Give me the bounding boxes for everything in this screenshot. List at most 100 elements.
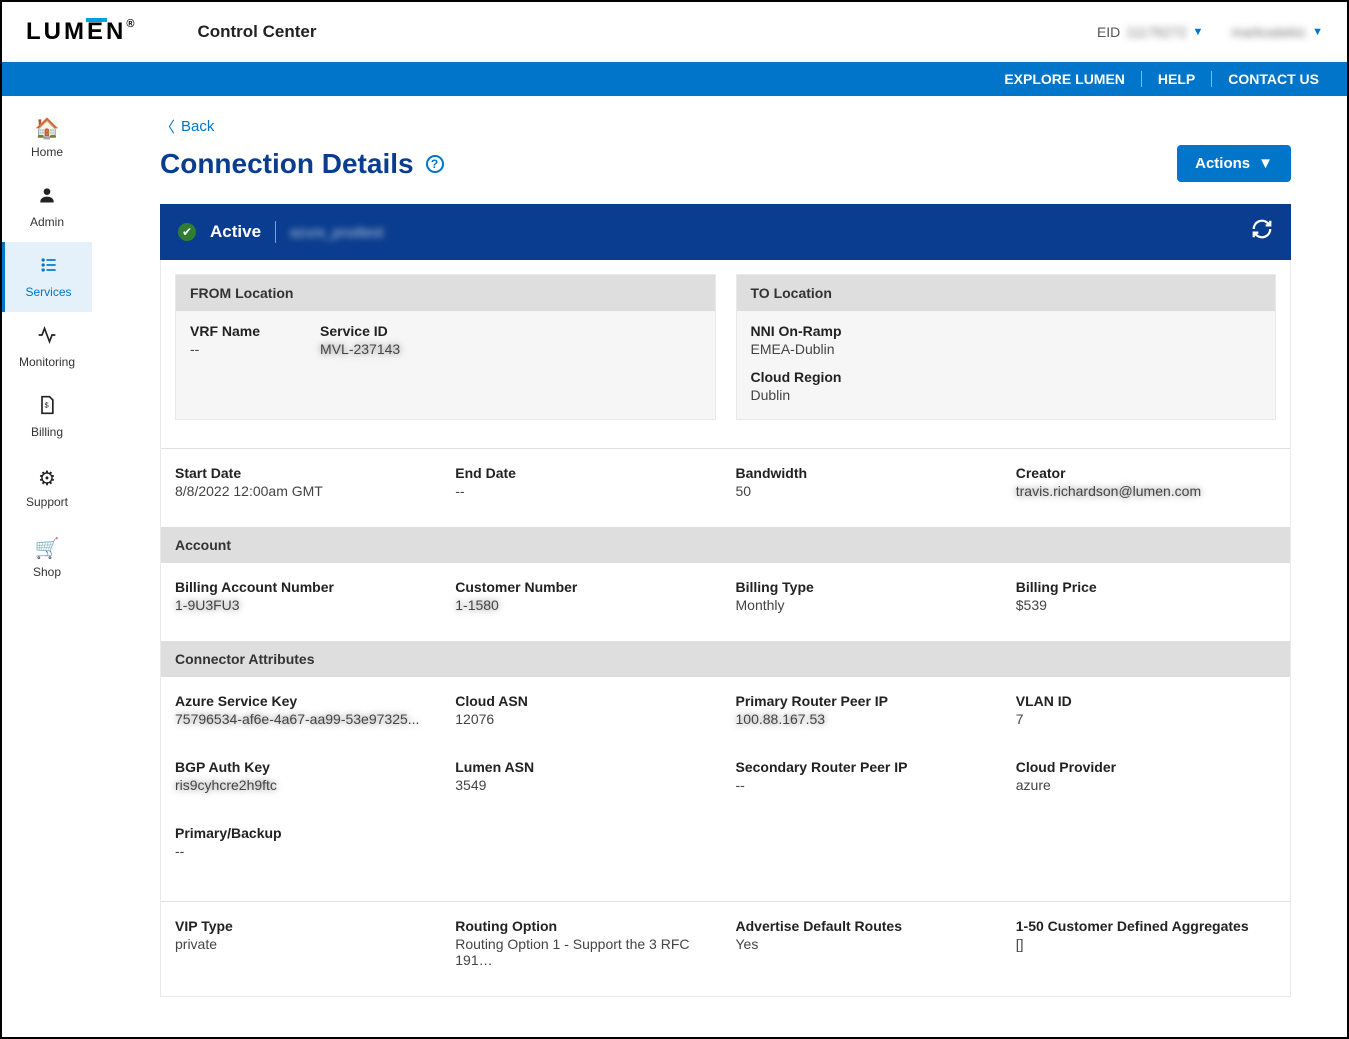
- refresh-icon[interactable]: [1251, 218, 1273, 246]
- from-body: VRF Name -- Service ID MVL-237143: [176, 311, 715, 385]
- label: Secondary Router Peer IP: [736, 759, 996, 775]
- from-location-card: FROM Location VRF Name -- Service ID MVL…: [175, 274, 716, 420]
- body-wrap: 🏠 Home Admin Services Monitoring $ Bil: [2, 96, 1347, 1037]
- explore-lumen-link[interactable]: EXPLORE LUMEN: [988, 71, 1142, 87]
- value: 12076: [455, 711, 715, 727]
- value: --: [175, 843, 435, 859]
- chevron-down-icon: ▼: [1258, 155, 1273, 172]
- cart-icon: 🛒: [35, 536, 60, 561]
- sidebar-item-support[interactable]: ⚙ Support: [2, 452, 92, 522]
- logo-part3: N: [106, 18, 126, 45]
- label: Lumen ASN: [455, 759, 715, 775]
- back-link[interactable]: 〈 Back: [160, 116, 214, 137]
- value: 1-9U3FU3: [175, 597, 435, 613]
- sidebar-item-label: Monitoring: [19, 355, 75, 369]
- sidebar-item-label: Home: [31, 145, 63, 159]
- list-icon: [39, 255, 59, 281]
- sidebar-item-admin[interactable]: Admin: [2, 172, 92, 242]
- cloud-region: Cloud Region Dublin: [751, 369, 1262, 403]
- divider: [275, 221, 276, 243]
- details-card: FROM Location VRF Name -- Service ID MVL…: [160, 260, 1291, 997]
- nni-label: NNI On-Ramp: [751, 323, 1262, 339]
- to-location-card: TO Location NNI On-Ramp EMEA-Dublin Clou…: [736, 274, 1277, 420]
- label: Azure Service Key: [175, 693, 435, 709]
- sidebar-item-label: Billing: [31, 425, 63, 439]
- end-date: End Date --: [455, 465, 715, 499]
- page-title-text: Connection Details: [160, 148, 414, 180]
- value: 100.88.167.53: [736, 711, 996, 727]
- value: 50: [736, 483, 996, 499]
- advertise-default-routes: Advertise Default Routes Yes: [736, 918, 996, 968]
- app-title: Control Center: [197, 22, 316, 42]
- lumen-asn: Lumen ASN 3549: [455, 759, 715, 793]
- region-label: Cloud Region: [751, 369, 1262, 385]
- bandwidth: Bandwidth 50: [736, 465, 996, 499]
- cloud-provider: Cloud Provider azure: [1016, 759, 1276, 793]
- region-value: Dublin: [751, 387, 1262, 403]
- eid-value: 11176272: [1126, 24, 1186, 40]
- from-heading: FROM Location: [176, 275, 715, 311]
- sidebar-item-monitoring[interactable]: Monitoring: [2, 312, 92, 382]
- bgp-auth-key: BGP Auth Key ris9cyhcre2h9ftc: [175, 759, 435, 793]
- vlan-id: VLAN ID 7: [1016, 693, 1276, 727]
- label: VLAN ID: [1016, 693, 1276, 709]
- user-dropdown[interactable]: markoalekic ▼: [1231, 24, 1323, 40]
- topbar-left: LUMEN® Control Center: [26, 18, 316, 46]
- value: private: [175, 936, 435, 952]
- eid-dropdown[interactable]: EID 11176272 ▼: [1097, 24, 1203, 40]
- value: 1-1580: [455, 597, 715, 613]
- label: Creator: [1016, 465, 1276, 481]
- label: BGP Auth Key: [175, 759, 435, 775]
- chevron-down-icon: ▼: [1193, 26, 1204, 38]
- user-icon: [37, 185, 57, 211]
- help-icon[interactable]: ?: [426, 155, 444, 173]
- contact-us-link[interactable]: CONTACT US: [1212, 71, 1319, 87]
- connection-name: azure_prodtest: [290, 224, 383, 240]
- actions-button[interactable]: Actions ▼: [1177, 145, 1291, 182]
- billing-price: Billing Price $539: [1016, 579, 1276, 625]
- to-body: NNI On-Ramp EMEA-Dublin Cloud Region Dub…: [737, 311, 1276, 419]
- to-heading: TO Location: [737, 275, 1276, 311]
- start-date: Start Date 8/8/2022 12:00am GMT: [175, 465, 435, 499]
- account-grid: Billing Account Number 1-9U3FU3 Customer…: [161, 563, 1290, 641]
- sidebar-item-billing[interactable]: $ Billing: [2, 382, 92, 452]
- routing-option: Routing Option Routing Option 1 - Suppor…: [455, 918, 715, 968]
- value: []: [1016, 936, 1276, 952]
- label: Primary/Backup: [175, 825, 435, 841]
- vrf-name: VRF Name --: [190, 323, 260, 357]
- check-circle-icon: ✔: [178, 223, 196, 241]
- sidebar-item-label: Support: [26, 495, 68, 509]
- sidebar-item-home[interactable]: 🏠 Home: [2, 102, 92, 172]
- username: markoalekic: [1231, 24, 1306, 40]
- invoice-icon: $: [37, 395, 57, 421]
- customer-number: Customer Number 1-1580: [455, 579, 715, 613]
- help-link[interactable]: HELP: [1142, 71, 1212, 87]
- main-content: 〈 Back Connection Details ? Actions ▼ ✔ …: [92, 96, 1347, 1037]
- label: Billing Type: [736, 579, 996, 595]
- eid-label: EID: [1097, 24, 1120, 40]
- header-row: Connection Details ? Actions ▼: [160, 145, 1291, 182]
- vrf-label: VRF Name: [190, 323, 260, 339]
- logo-part1: LUM: [26, 18, 87, 45]
- label: Billing Account Number: [175, 579, 435, 595]
- billing-type: Billing Type Monthly: [736, 579, 996, 613]
- billing-account-number: Billing Account Number 1-9U3FU3: [175, 579, 435, 613]
- label: Cloud ASN: [455, 693, 715, 709]
- blue-nav: EXPLORE LUMEN HELP CONTACT US: [2, 62, 1347, 96]
- chevron-down-icon: ▼: [1312, 26, 1323, 38]
- label: Billing Price: [1016, 579, 1276, 595]
- sidebar: 🏠 Home Admin Services Monitoring $ Bil: [2, 96, 92, 1037]
- value: 7: [1016, 711, 1276, 727]
- sidebar-item-services[interactable]: Services: [2, 242, 92, 312]
- sidebar-item-shop[interactable]: 🛒 Shop: [2, 522, 92, 592]
- service-id: Service ID MVL-237143: [320, 323, 400, 369]
- registered-icon: ®: [126, 18, 137, 30]
- nni-value: EMEA-Dublin: [751, 341, 1262, 357]
- connector-grid: Azure Service Key 75796534-af6e-4a67-aa9…: [161, 677, 1290, 887]
- routing-grid: VIP Type private Routing Option Routing …: [161, 901, 1290, 996]
- connector-heading: Connector Attributes: [161, 641, 1290, 677]
- vip-type: VIP Type private: [175, 918, 435, 968]
- status-band: ✔ Active azure_prodtest: [160, 204, 1291, 260]
- actions-label: Actions: [1195, 155, 1250, 172]
- label: Customer Number: [455, 579, 715, 595]
